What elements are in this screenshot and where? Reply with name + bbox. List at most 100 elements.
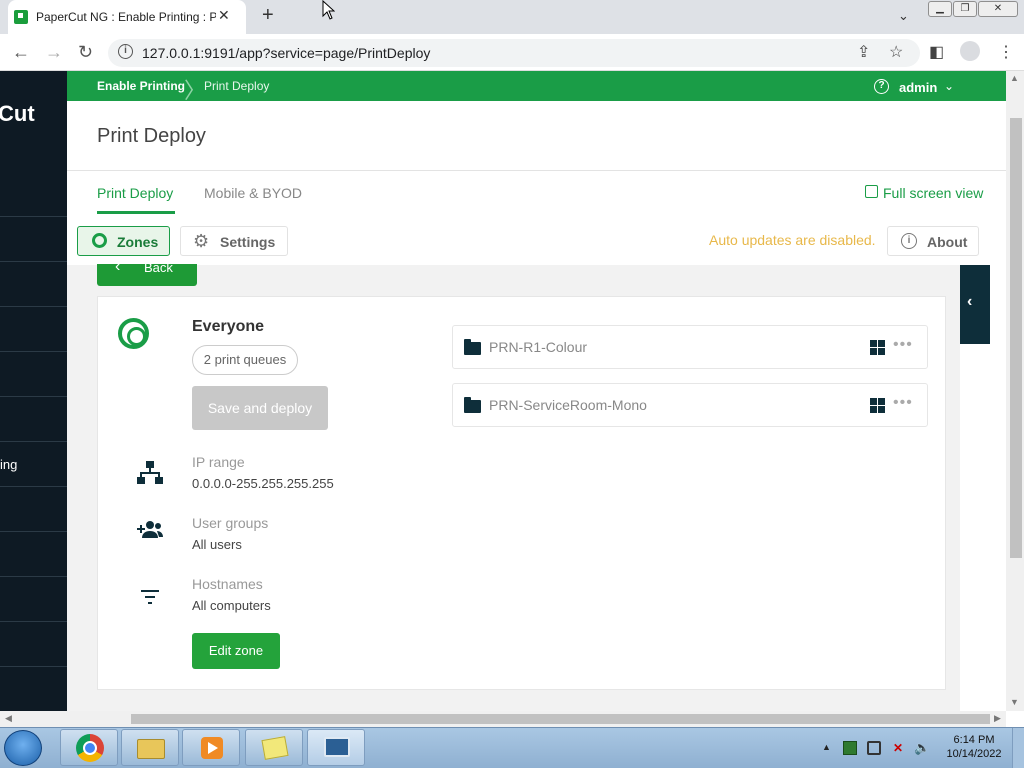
brand-logo: Cut	[0, 101, 35, 126]
zone-icon	[118, 318, 149, 349]
restore-button[interactable]: ❐	[953, 1, 977, 17]
sidebar-divider	[0, 666, 67, 667]
sidebar-divider	[0, 351, 67, 352]
user-groups-value: All users	[192, 537, 242, 552]
clock-date: 10/14/2022	[946, 748, 1002, 760]
print-queues-badge[interactable]: 2 print queues	[192, 345, 298, 375]
new-tab-icon[interactable]: +	[262, 4, 274, 27]
tab-mobile-byod[interactable]: Mobile & BYOD	[204, 185, 302, 201]
divider	[67, 170, 1006, 171]
mouse-cursor-icon	[322, 0, 336, 25]
site-info-icon[interactable]: i	[118, 44, 133, 59]
zone-name: Everyone	[192, 318, 265, 335]
scroll-left-icon[interactable]: ◀	[5, 713, 12, 724]
file-explorer-taskbar-icon[interactable]	[121, 729, 179, 766]
show-desktop-button[interactable]	[1012, 728, 1024, 768]
edit-zone-button[interactable]: Edit zone	[192, 633, 280, 669]
sidebar-divider	[0, 621, 67, 622]
minimize-button[interactable]: ▁	[928, 1, 952, 17]
action-center-flag-icon[interactable]: ✕	[891, 741, 905, 755]
print-queue-icon	[464, 397, 481, 413]
sidebar-divider	[0, 261, 67, 262]
scroll-right-icon[interactable]: ▶	[994, 713, 1001, 724]
papercut-favicon-icon	[14, 10, 28, 24]
start-button[interactable]	[4, 730, 42, 766]
more-options-icon[interactable]: •••	[893, 394, 913, 412]
tab-title: PaperCut NG : Enable Printing : P	[36, 10, 216, 24]
full-screen-link[interactable]: Full screen view	[883, 185, 983, 201]
settings-label: Settings	[220, 234, 276, 250]
ip-range-value: 0.0.0.0-255.255.255.255	[192, 476, 334, 491]
user-groups-label: User groups	[192, 515, 269, 531]
side-panel-icon[interactable]: ◧	[929, 42, 944, 62]
tab-close-icon[interactable]: ✕	[218, 7, 230, 24]
tab-print-deploy[interactable]: Print Deploy	[97, 185, 173, 201]
print-queue-icon	[464, 339, 481, 355]
clock-time: 6:14 PM	[953, 734, 995, 746]
sticky-notes-taskbar-icon[interactable]	[245, 729, 303, 766]
forward-nav-icon[interactable]: →	[45, 42, 63, 63]
volume-icon[interactable]: 🔈	[914, 741, 930, 755]
page-title: Print Deploy	[97, 125, 206, 147]
breadcrumb-separator-icon: 〉	[184, 78, 207, 103]
share-icon[interactable]: ⇪	[857, 42, 870, 62]
sidebar-divider	[0, 396, 67, 397]
tray-expand-icon[interactable]: ▲	[822, 742, 831, 752]
user-menu[interactable]: admin	[899, 80, 937, 95]
menu-kebab-icon[interactable]: ⋮	[998, 42, 1014, 62]
sidebar-divider	[0, 486, 67, 487]
scroll-down-icon[interactable]: ▼	[1010, 697, 1019, 707]
tab-search-chevron-icon[interactable]: ⌄	[898, 8, 909, 24]
active-tab-indicator	[97, 211, 175, 214]
save-and-deploy-button[interactable]: Save and deploy	[192, 386, 328, 430]
gear-icon: ⚙	[193, 231, 210, 251]
add-users-icon	[137, 521, 163, 544]
app-sidebar	[0, 71, 67, 711]
sidebar-divider	[0, 576, 67, 577]
reload-icon[interactable]: ↻	[78, 42, 93, 63]
chrome-taskbar-icon[interactable]	[60, 729, 118, 766]
filter-icon	[141, 588, 159, 609]
windows-icon	[870, 398, 886, 413]
back-nav-icon[interactable]: ←	[12, 42, 30, 63]
horizontal-scroll-thumb[interactable]	[131, 714, 990, 724]
network-icon	[137, 461, 163, 490]
scroll-up-icon[interactable]: ▲	[1010, 73, 1019, 83]
system-clock[interactable]: 6:14 PM 10/14/2022	[940, 734, 1008, 760]
hostnames-value: All computers	[192, 598, 271, 613]
help-icon[interactable]: ?	[874, 79, 889, 94]
external-link-icon[interactable]	[865, 185, 878, 198]
chevron-left-icon: ‹	[115, 258, 121, 275]
sidebar-item-enable-printing[interactable]: ing	[0, 457, 17, 472]
breadcrumb-print-deploy: Print Deploy	[204, 79, 270, 93]
remote-desktop-taskbar-icon[interactable]	[307, 729, 365, 766]
sidebar-divider	[0, 531, 67, 532]
vertical-scroll-thumb[interactable]	[1010, 118, 1022, 558]
ip-range-label: IP range	[192, 454, 245, 470]
zones-label: Zones	[117, 234, 159, 250]
back-label: Back	[144, 260, 173, 275]
chevron-left-icon: ‹	[967, 293, 973, 310]
sidebar-divider	[0, 441, 67, 442]
tray-app-icon[interactable]	[843, 741, 857, 755]
printer-name: PRN-ServiceRoom-Mono	[489, 397, 647, 413]
more-options-icon[interactable]: •••	[893, 336, 913, 354]
chevron-down-icon[interactable]: ⌄	[944, 79, 954, 93]
bookmark-star-icon[interactable]: ☆	[889, 42, 903, 62]
printer-name: PRN-R1-Colour	[489, 339, 588, 355]
hostnames-label: Hostnames	[192, 576, 263, 592]
breadcrumb-enable-printing[interactable]: Enable Printing	[97, 79, 185, 93]
network-tray-icon[interactable]	[867, 741, 881, 755]
side-panel-toggle[interactable]	[960, 265, 990, 344]
zones-icon	[92, 233, 107, 248]
url-text[interactable]: 127.0.0.1:9191/app?service=page/PrintDep…	[142, 45, 430, 61]
media-player-taskbar-icon[interactable]	[182, 729, 240, 766]
windows-icon	[870, 340, 886, 355]
profile-avatar-icon[interactable]	[960, 41, 980, 61]
info-icon: i	[901, 233, 917, 249]
auto-updates-status[interactable]: Auto updates are disabled.	[709, 232, 876, 248]
sidebar-divider	[0, 306, 67, 307]
close-window-button[interactable]: ✕	[978, 1, 1018, 17]
sidebar-divider	[0, 216, 67, 217]
about-label: About	[927, 234, 968, 250]
